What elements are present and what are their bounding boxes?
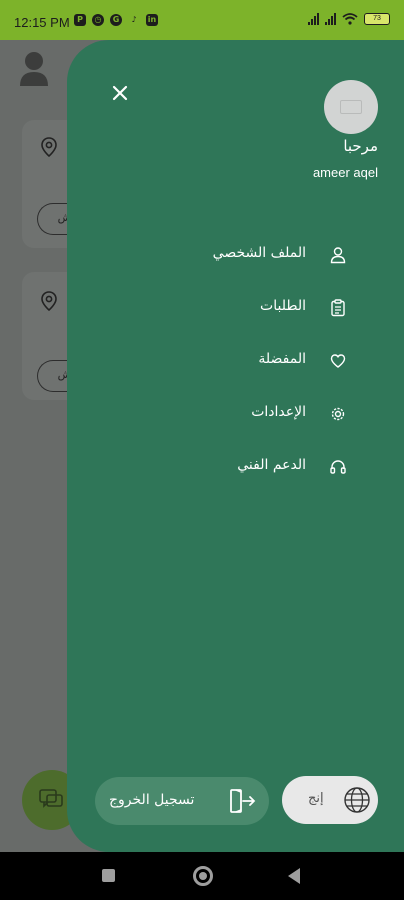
menu-item-orders[interactable]: الطلبات <box>180 288 360 328</box>
menu-item-favorites[interactable]: المفضلة <box>180 341 360 381</box>
signal-icon <box>308 13 319 25</box>
language-label: إنج <box>308 791 324 806</box>
headset-icon <box>330 460 346 474</box>
navigation-drawer <box>67 40 404 852</box>
signal-icon-2 <box>325 13 336 25</box>
status-right: 73 <box>308 13 390 25</box>
menu-item-label: الملف الشخصي <box>212 245 306 261</box>
menu-item-label: المفضلة <box>258 351 306 367</box>
menu-item-support[interactable]: الدعم الفني <box>180 447 360 487</box>
user-avatar[interactable] <box>324 80 378 134</box>
location-pin-icon <box>41 291 57 312</box>
username-text: ameer aqel <box>312 165 378 180</box>
back-button[interactable] <box>288 868 300 884</box>
recents-button[interactable] <box>102 869 115 882</box>
person-icon <box>330 247 346 264</box>
menu-item-label: الطلبات <box>260 298 306 314</box>
globe-icon <box>344 787 370 813</box>
notification-g-icon: G <box>110 14 122 26</box>
linkedin-icon: in <box>146 14 158 26</box>
language-button[interactable]: إنج <box>282 776 378 824</box>
heart-icon <box>330 354 346 368</box>
location-pin-icon <box>41 137 57 158</box>
close-icon[interactable] <box>108 81 132 105</box>
menu-item-label: الدعم الفني <box>237 457 306 473</box>
menu-item-settings[interactable]: الإعدادات <box>180 394 360 434</box>
tiktok-icon: ♪ <box>131 15 137 24</box>
greeting-text: مرحبا <box>343 137 378 155</box>
logout-button[interactable]: تسجيل الخروج <box>95 777 269 825</box>
status-time: 12:15 PM <box>14 15 70 30</box>
menu-item-label: الإعدادات <box>251 404 306 420</box>
clipboard-icon <box>331 299 345 317</box>
chat-icon <box>39 789 63 808</box>
profile-avatar-icon <box>20 52 48 86</box>
notification-p-icon: P <box>74 14 86 26</box>
wifi-icon <box>342 13 358 25</box>
logout-label: تسجيل الخروج <box>109 792 195 808</box>
battery-icon: 73 <box>364 13 390 25</box>
notification-icons: P ◷ G ♪ in <box>74 14 158 26</box>
gear-icon <box>331 407 345 421</box>
alarm-icon: ◷ <box>92 14 104 26</box>
image-placeholder-icon <box>340 100 362 114</box>
home-button[interactable] <box>193 866 213 886</box>
menu-item-profile[interactable]: الملف الشخصي <box>180 235 360 275</box>
status-bar: 12:15 PM P ◷ G ♪ in 73 <box>0 0 404 40</box>
system-nav-bar <box>0 852 404 900</box>
logout-icon <box>230 789 256 813</box>
